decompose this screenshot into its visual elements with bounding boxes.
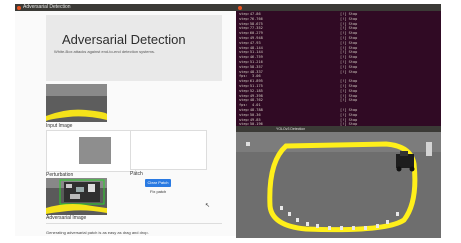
camera-window: YOLOv3 Detection — [236, 126, 441, 238]
fix-patch-checkbox[interactable]: Fix patch — [150, 189, 166, 194]
terminal-line: [!] Stop — [340, 40, 358, 45]
mouse-cursor-icon: ↖ — [205, 203, 211, 209]
input-image — [46, 84, 107, 122]
terminal-step-column: step:47.86 step:76.766 step:58.675 step:77.… — [239, 12, 263, 142]
close-window-icon[interactable] — [17, 5, 21, 10]
terminal-line: [!] Stop — [340, 64, 358, 69]
clear-patch-button[interactable]: Clear Patch — [145, 179, 171, 187]
divider — [46, 223, 222, 224]
adversarial-image-label: Adversarial Image — [46, 215, 87, 221]
input-image-label: Input Image — [46, 123, 73, 129]
terminal-line: step:76.766 — [239, 16, 263, 21]
app-window: Adversarial Detection Adversarial Detect… — [15, 4, 236, 236]
perturbation-patch — [79, 137, 111, 164]
app-title-bar: Adversarial Detection — [15, 4, 236, 11]
app-window-title: Adversarial Detection — [23, 4, 71, 10]
terminal-window: step:47.86 step:76.766 step:58.675 step:77.… — [236, 4, 441, 141]
close-terminal-icon[interactable] — [238, 5, 242, 10]
terminal-line: [!] Stop — [340, 98, 358, 103]
page-subtitle: White-Box attacks against end-to-end det… — [54, 49, 155, 54]
status-text: Generating adversarial patch is as easy … — [46, 230, 149, 235]
adversarial-image — [46, 178, 107, 215]
patch-label: Patch — [130, 171, 143, 177]
terminal-line: step:58.357 — [239, 64, 263, 69]
perturbation-panel[interactable] — [46, 130, 136, 172]
terminal-line: step:50.36 — [239, 112, 261, 117]
header-jumbotron: Adversarial Detection White-Box attacks … — [46, 15, 222, 81]
terminal-status-column: [!] Stop [!] Stop [!] Stop [!] Stop [!] Stop… — [340, 12, 357, 142]
terminal-line: [!] Stop — [340, 88, 358, 93]
patch-dropzone[interactable] — [130, 130, 207, 170]
terminal-line: [!] Stop — [340, 16, 358, 21]
terminal-line: step:47.93 — [239, 40, 261, 45]
camera-feed — [236, 132, 441, 238]
terminal-line: [!] Stop — [340, 112, 358, 117]
terminal-line: [!] Stop — [340, 69, 358, 74]
terminal-line: step:52.185 — [239, 88, 263, 93]
terminal-title-bar — [236, 4, 441, 11]
page-title: Adversarial Detection — [62, 32, 186, 47]
